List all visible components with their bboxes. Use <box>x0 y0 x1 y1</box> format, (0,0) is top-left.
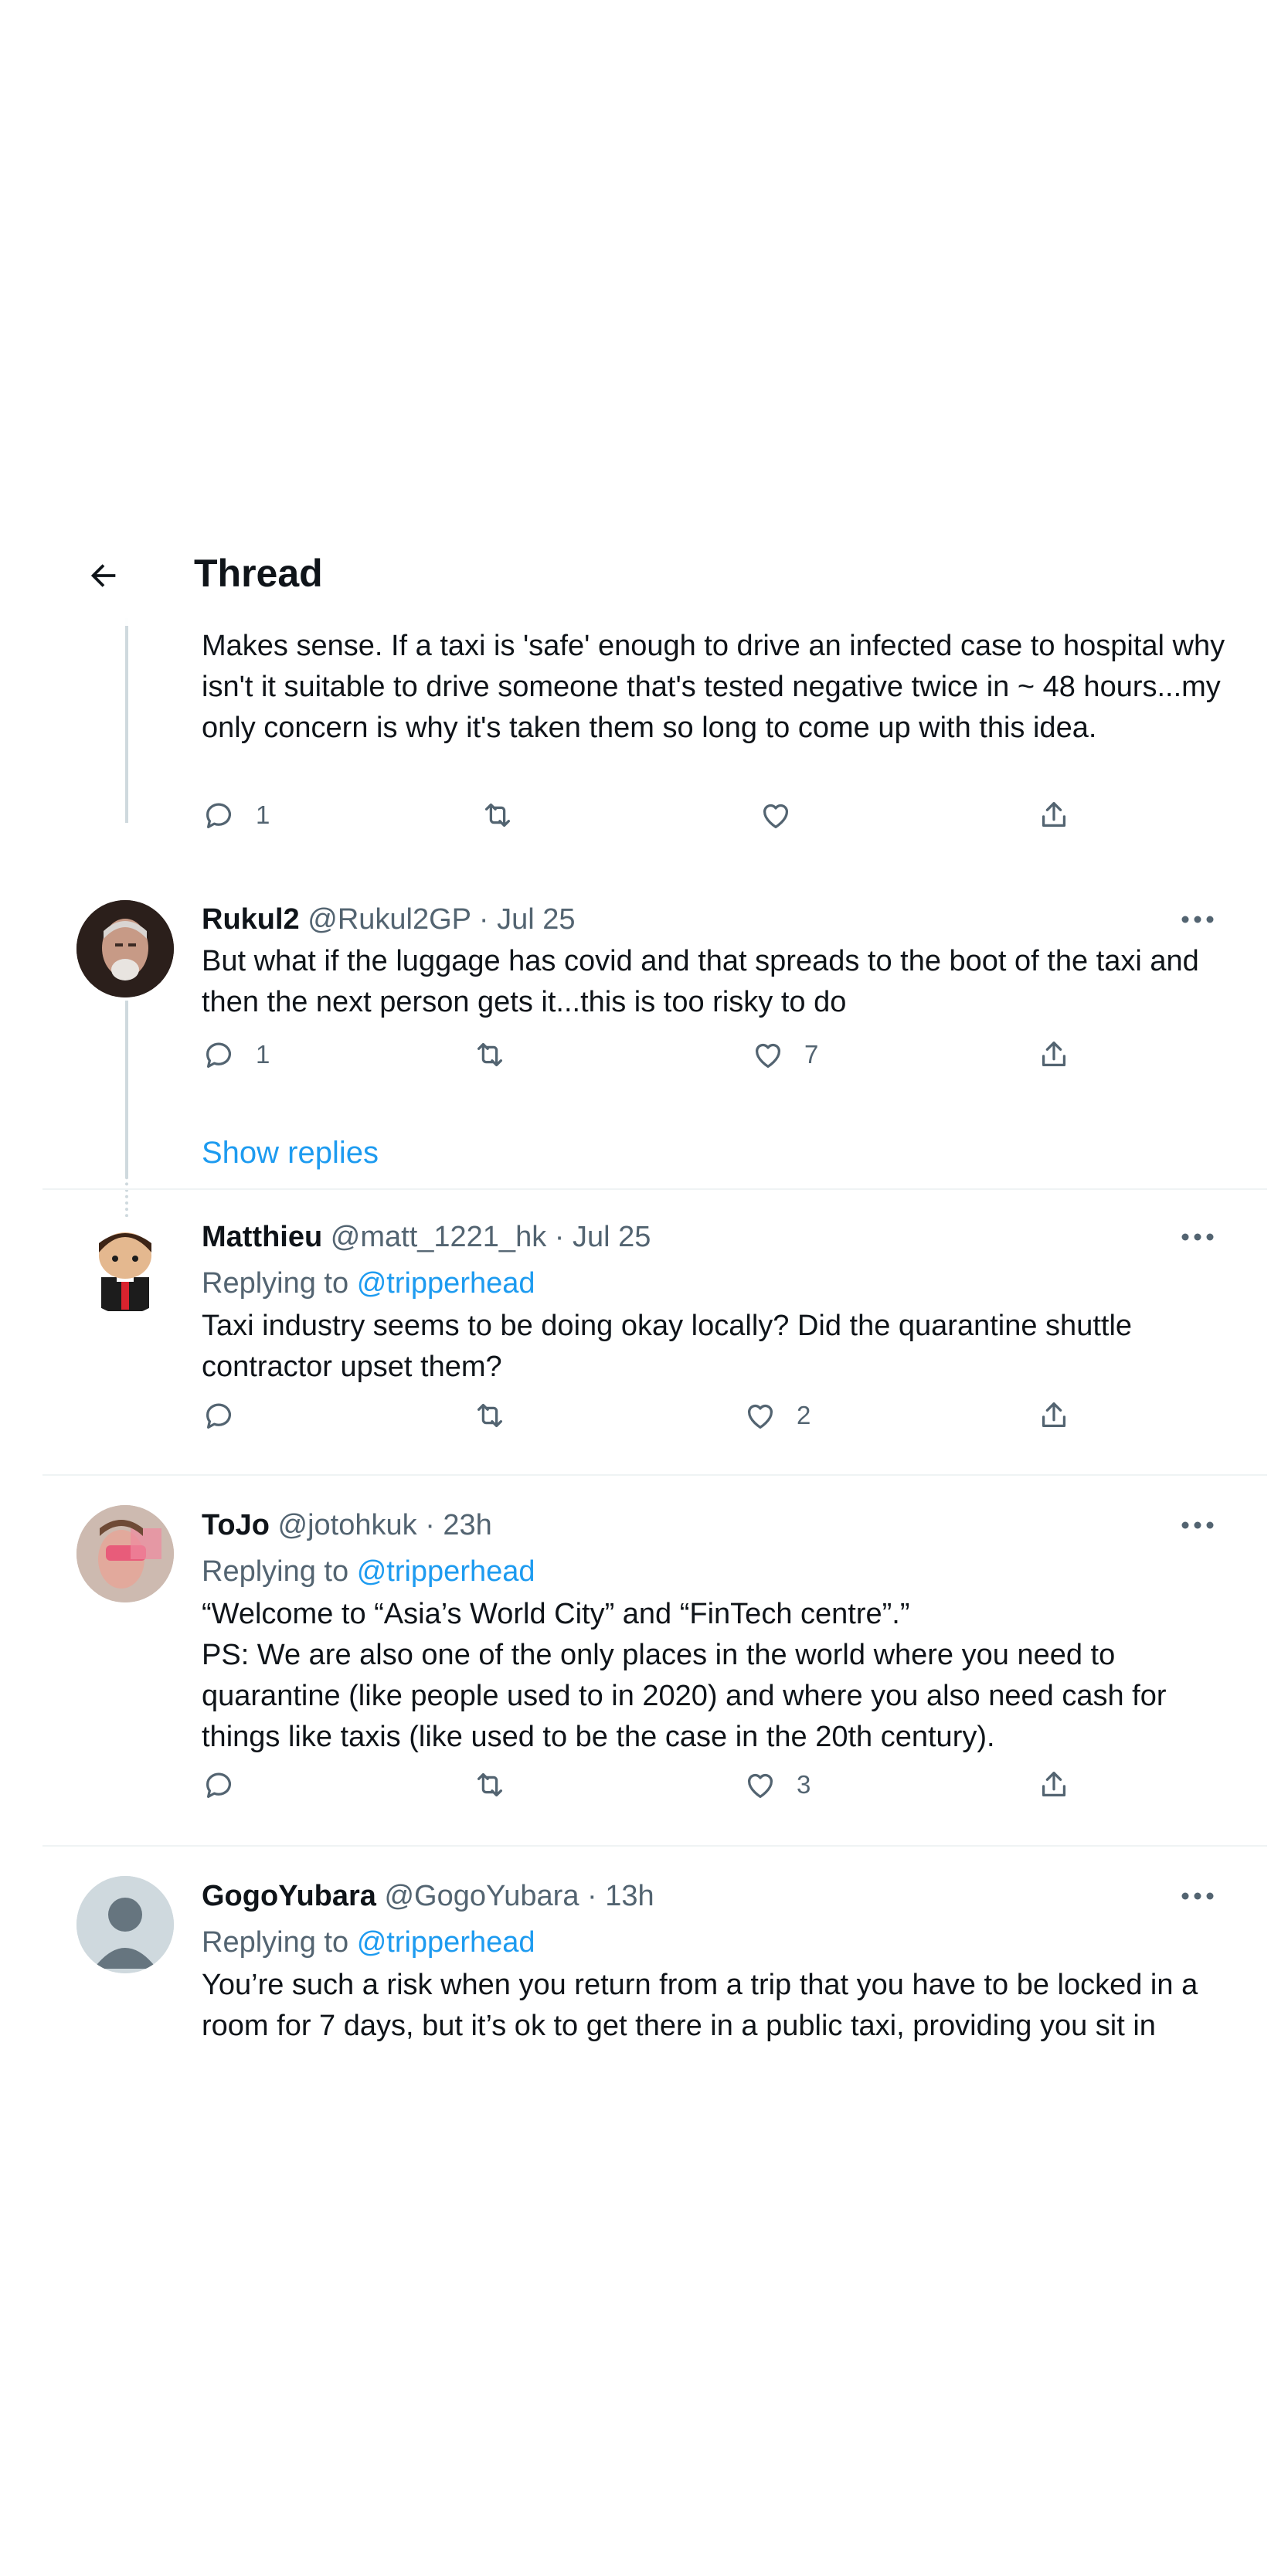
tweet-author-line: Rukul2 @Rukul2GP · Jul 25 <box>202 902 576 937</box>
retweet-button[interactable] <box>472 1762 508 1808</box>
arrow-left-icon <box>90 564 116 587</box>
tweet-time[interactable]: · Jul 25 <box>479 903 576 936</box>
page-title: Thread <box>194 552 323 595</box>
tweet-text: PS: We are also one of the only places i… <box>202 1639 1167 1753</box>
divider <box>42 1845 1267 1847</box>
like-button[interactable] <box>758 792 794 838</box>
replying-to-link[interactable]: @tripperhead <box>357 1926 535 1959</box>
reply-button[interactable] <box>202 1762 237 1808</box>
more-options-button[interactable] <box>1174 1222 1221 1252</box>
tweet-time[interactable]: · 23h <box>425 1509 492 1541</box>
like-button[interactable]: 2 <box>743 1392 811 1439</box>
tweet-text: You’re such a risk when you return from … <box>202 1969 1198 2042</box>
replying-to-line: Replying to @tripperhead <box>202 1554 535 1589</box>
reply-button[interactable] <box>202 1392 237 1439</box>
retweet-icon <box>484 803 511 828</box>
retweet-icon <box>477 1042 503 1067</box>
replying-to-label: Replying to <box>202 1926 349 1959</box>
heart-icon <box>747 1773 773 1798</box>
replying-to-label: Replying to <box>202 1555 349 1588</box>
author-handle[interactable]: @jotohkuk <box>278 1509 417 1541</box>
share-icon <box>1042 802 1066 828</box>
retweet-button[interactable] <box>472 1031 508 1078</box>
thread-connector-line <box>125 618 128 823</box>
replying-to-link[interactable]: @tripperhead <box>357 1555 535 1588</box>
reply-button[interactable]: 1 <box>202 1031 270 1078</box>
reply-icon <box>206 803 232 828</box>
more-options-button[interactable] <box>1174 1881 1221 1912</box>
tweet-text: Makes sense. If a taxi is 'safe' enough … <box>202 630 1225 744</box>
author-handle[interactable]: @matt_1221_hk <box>331 1221 546 1253</box>
show-replies-link[interactable]: Show replies <box>202 1133 379 1172</box>
replying-to-label: Replying to <box>202 1267 349 1300</box>
back-button[interactable] <box>76 549 131 603</box>
share-icon <box>1042 1772 1066 1797</box>
reply-count: 1 <box>256 1040 270 1069</box>
tweet-text: Taxi industry seems to be doing okay loc… <box>202 1310 1133 1383</box>
heart-icon <box>763 804 789 828</box>
replying-to-line: Replying to @tripperhead <box>202 1925 535 1960</box>
author-handle[interactable]: @Rukul2GP <box>308 903 471 936</box>
default-avatar-icon <box>76 1876 174 1973</box>
avatar[interactable] <box>76 1217 174 1314</box>
tweet-author-line: ToJo @jotohkuk · 23h <box>202 1507 492 1543</box>
tweet-time[interactable]: · Jul 25 <box>555 1221 651 1253</box>
replying-to-line: Replying to @tripperhead <box>202 1266 535 1301</box>
header-bar: Thread <box>42 525 1267 626</box>
share-button[interactable] <box>1036 1392 1072 1439</box>
tweet-actions: 3 <box>202 1762 1222 1808</box>
reply-button[interactable]: 1 <box>202 792 270 838</box>
like-count: 3 <box>797 1770 811 1799</box>
more-options-button[interactable] <box>1174 904 1221 935</box>
avatar[interactable] <box>76 1876 174 1973</box>
replying-to-link[interactable]: @tripperhead <box>357 1267 535 1300</box>
heart-icon <box>755 1043 781 1068</box>
reply-icon <box>206 1403 232 1429</box>
avatar[interactable] <box>76 1505 174 1602</box>
like-button[interactable]: 3 <box>743 1762 811 1808</box>
avatar[interactable] <box>76 900 174 997</box>
more-horizontal-icon <box>1181 1233 1214 1241</box>
divider <box>42 1474 1267 1476</box>
share-button[interactable] <box>1036 1031 1072 1078</box>
tweet-actions: 1 <box>202 792 1222 838</box>
author-name[interactable]: ToJo <box>202 1509 270 1541</box>
more-horizontal-icon <box>1181 1521 1214 1529</box>
share-icon <box>1042 1402 1066 1428</box>
reply-icon <box>206 1772 232 1798</box>
author-name[interactable]: Rukul2 <box>202 903 300 936</box>
like-button[interactable]: 7 <box>750 1031 818 1078</box>
share-button[interactable] <box>1036 792 1072 838</box>
avatar-photo-icon <box>76 1505 174 1602</box>
author-handle[interactable]: @GogoYubara <box>384 1880 579 1912</box>
heart-icon <box>747 1404 773 1429</box>
reply-count: 1 <box>256 800 270 829</box>
retweet-icon <box>477 1772 503 1797</box>
share-icon <box>1042 1042 1066 1067</box>
tweet-text: “Welcome to “Asia’s World City” and “Fin… <box>202 1598 910 1630</box>
retweet-icon <box>477 1403 503 1428</box>
tweet-actions: 1 7 <box>202 1031 1222 1078</box>
retweet-button[interactable] <box>472 1392 508 1439</box>
author-name[interactable]: Matthieu <box>202 1221 322 1253</box>
avatar-photo-icon <box>76 900 174 997</box>
more-options-button[interactable] <box>1174 1510 1221 1541</box>
reply-icon <box>206 1042 232 1068</box>
divider <box>42 1188 1267 1190</box>
share-button[interactable] <box>1036 1762 1072 1808</box>
tweet-author-line: Matthieu @matt_1221_hk · Jul 25 <box>202 1219 651 1255</box>
tweet-text: But what if the luggage has covid and th… <box>202 945 1199 1018</box>
tweet-time[interactable]: · 13h <box>587 1880 654 1912</box>
like-count: 7 <box>804 1040 819 1069</box>
retweet-button[interactable] <box>480 792 515 838</box>
like-count: 2 <box>797 1401 811 1429</box>
twitter-thread-screen: Thread Makes sense. If a taxi is 'safe' … <box>42 525 1267 2051</box>
more-horizontal-icon <box>1181 916 1214 923</box>
more-horizontal-icon <box>1181 1892 1214 1900</box>
author-name[interactable]: GogoYubara <box>202 1880 376 1912</box>
tweet-actions: 2 <box>202 1392 1222 1439</box>
tweet-author-line: GogoYubara @GogoYubara · 13h <box>202 1878 654 1914</box>
avatar-cartoon-icon <box>76 1217 174 1314</box>
